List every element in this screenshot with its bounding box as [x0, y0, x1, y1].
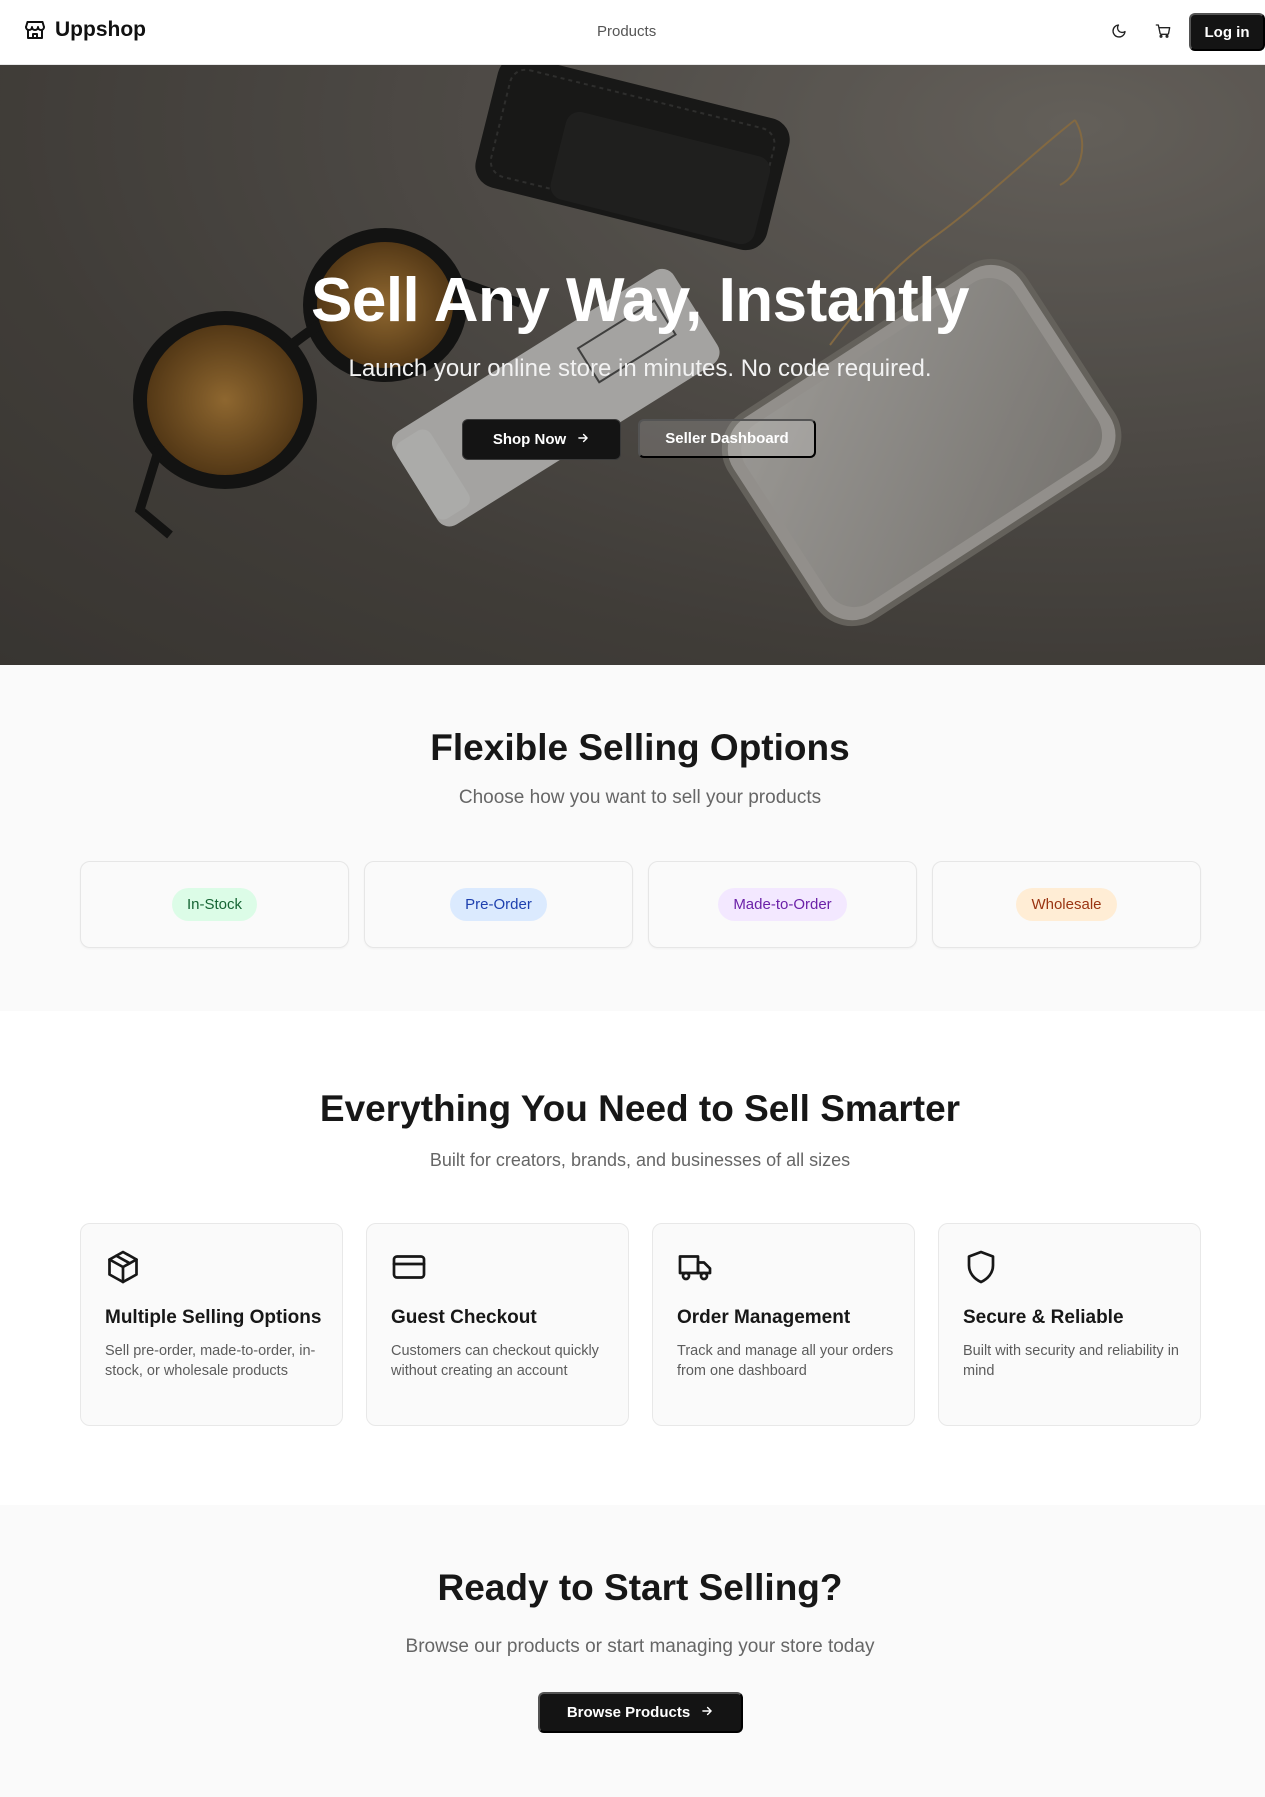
- browse-products-button[interactable]: Browse Products: [538, 1692, 743, 1733]
- package-icon: [105, 1249, 141, 1285]
- option-card-made-to-order: Made-to-Order: [648, 861, 917, 948]
- features-title: Everything You Need to Sell Smarter: [319, 1088, 961, 1129]
- feature-description: Customers can checkout quickly without c…: [391, 1343, 599, 1379]
- pre-order-badge: Pre-Order: [450, 888, 547, 921]
- hero-section: Sell Any Way, Instantly Launch your onli…: [0, 65, 1265, 665]
- seller-dashboard-button[interactable]: Seller Dashboard: [638, 419, 816, 458]
- truck-icon: [677, 1249, 713, 1285]
- hero-buttons: Shop Now Seller Dashboard: [462, 419, 816, 460]
- shopping-cart-icon: [1155, 23, 1171, 44]
- cart-button[interactable]: [1150, 20, 1176, 46]
- brand-name: Uppshop: [55, 18, 146, 41]
- feature-title: Multiple Selling Options: [105, 1307, 322, 1328]
- option-card-pre-order: Pre-Order: [364, 861, 633, 948]
- selling-options-subtitle: Choose how you want to sell your product…: [458, 787, 822, 808]
- shop-now-label: Shop Now: [492, 431, 567, 448]
- option-card-wholesale: Wholesale: [932, 861, 1201, 948]
- feature-title: Guest Checkout: [391, 1307, 537, 1328]
- arrow-right-icon: [700, 1704, 714, 1722]
- arrow-right-icon: [576, 431, 590, 449]
- credit-card-icon: [391, 1249, 427, 1285]
- option-card-in-stock: In-Stock: [80, 861, 349, 948]
- features-section: Everything You Need to Sell Smarter Buil…: [0, 1011, 1265, 1505]
- feature-card-order-management: Order Management Track and manage all yo…: [652, 1223, 915, 1426]
- store-icon: [23, 18, 47, 42]
- feature-description: Sell pre-order, made-to-order, in-stock,…: [105, 1343, 316, 1379]
- shop-now-button[interactable]: Shop Now: [462, 419, 621, 460]
- feature-title: Secure & Reliable: [963, 1307, 1124, 1328]
- features-subtitle: Built for creators, brands, and business…: [429, 1150, 851, 1170]
- moon-icon: [1111, 23, 1127, 44]
- selling-options-title: Flexible Selling Options: [430, 727, 850, 768]
- shield-icon: [963, 1249, 999, 1285]
- theme-toggle-button[interactable]: [1106, 20, 1132, 46]
- hero-subtitle: Launch your online store in minutes. No …: [348, 355, 932, 382]
- brand-logo[interactable]: Uppshop: [23, 18, 146, 42]
- feature-description: Track and manage all your orders from on…: [677, 1343, 894, 1379]
- in-stock-badge: In-Stock: [171, 888, 258, 921]
- selling-options-section: Flexible Selling Options Choose how you …: [0, 665, 1265, 1011]
- feature-card-secure-reliable: Secure & Reliable Built with security an…: [938, 1223, 1201, 1426]
- feature-card-multiple-selling: Multiple Selling Options Sell pre-order,…: [80, 1223, 343, 1426]
- login-button[interactable]: Log in: [1189, 13, 1265, 51]
- made-to-order-badge: Made-to-Order: [718, 888, 847, 921]
- browse-products-label: Browse Products: [566, 1704, 691, 1721]
- wholesale-badge: Wholesale: [1016, 888, 1117, 921]
- cta-title: Ready to Start Selling?: [437, 1567, 843, 1608]
- nav-link-products[interactable]: Products: [597, 23, 656, 40]
- feature-description: Built with security and reliability in m…: [963, 1343, 1179, 1379]
- navbar: Uppshop Products Log in: [0, 0, 1265, 65]
- hero-title: Sell Any Way, Instantly: [310, 266, 970, 335]
- cta-subtitle: Browse our products or start managing yo…: [405, 1636, 875, 1657]
- feature-card-guest-checkout: Guest Checkout Customers can checkout qu…: [366, 1223, 629, 1426]
- feature-title: Order Management: [677, 1307, 851, 1328]
- cta-section: Ready to Start Selling? Browse our produ…: [0, 1505, 1265, 1797]
